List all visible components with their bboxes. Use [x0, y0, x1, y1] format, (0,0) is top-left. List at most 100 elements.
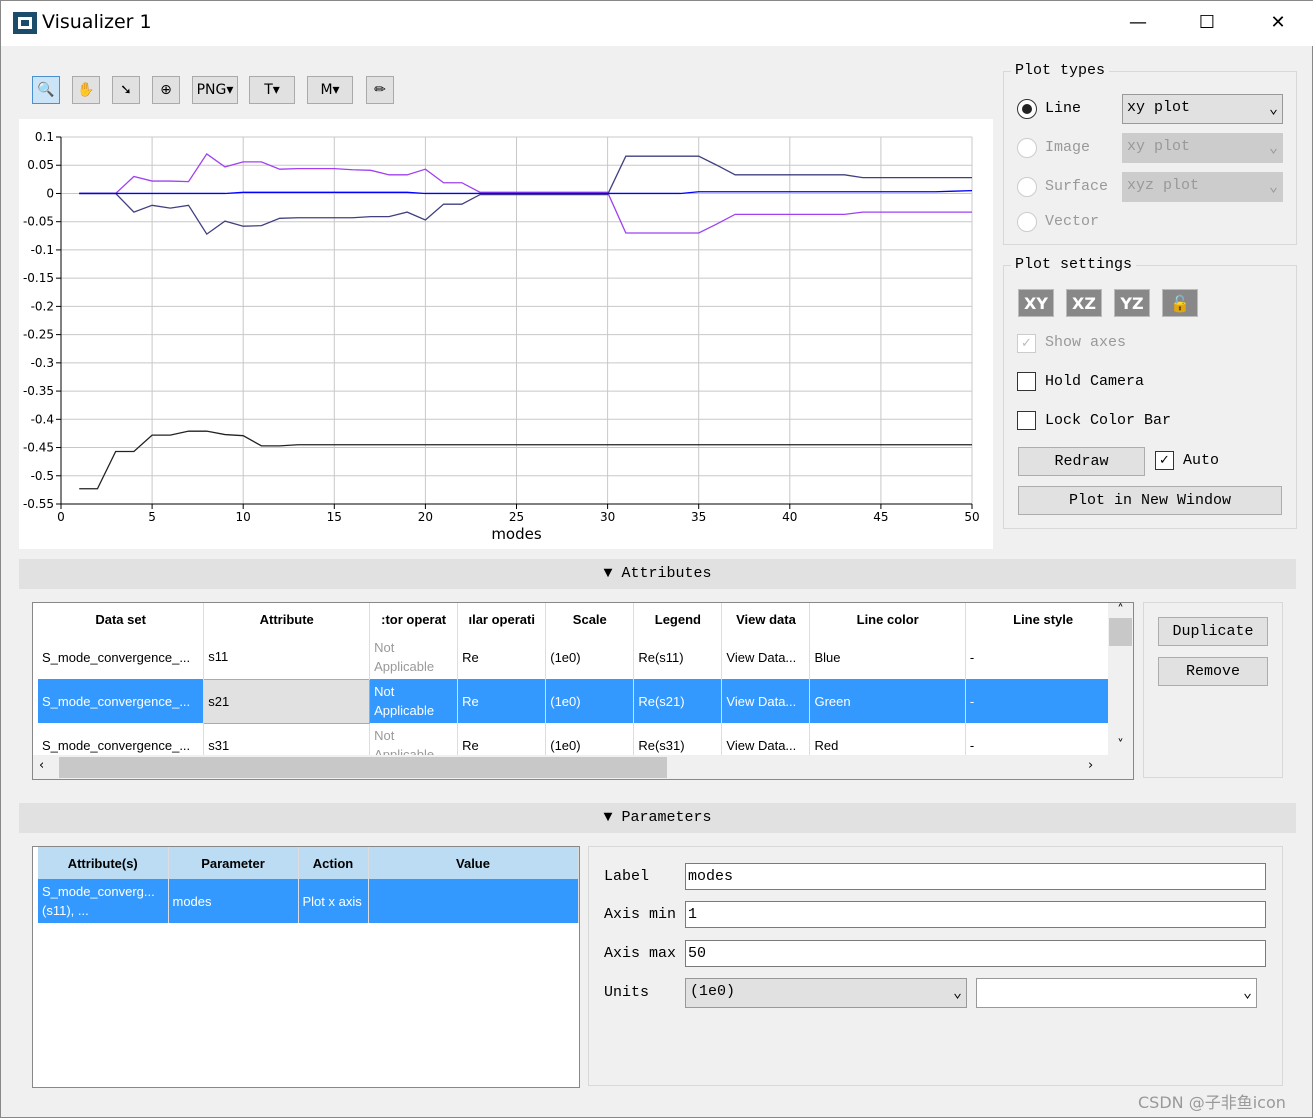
- table-cell[interactable]: s21: [203, 678, 371, 724]
- table-cell[interactable]: modes: [168, 879, 299, 923]
- column-header[interactable]: Data set: [38, 603, 205, 635]
- table-cell[interactable]: (1e0): [545, 635, 635, 679]
- radio-image[interactable]: [1017, 138, 1037, 158]
- column-header[interactable]: :tor operat: [369, 603, 459, 635]
- plot-new-window-button[interactable]: Plot in New Window: [1018, 486, 1282, 515]
- line-plot-combo[interactable]: xy plot ⌄: [1122, 94, 1283, 124]
- radio-line[interactable]: [1017, 99, 1037, 119]
- y-tick-label: -0.1: [31, 243, 54, 257]
- pan-hand-button[interactable]: ✋: [72, 76, 100, 104]
- table-cell[interactable]: View Data...: [721, 679, 811, 723]
- pan-hand-icon: ✋: [77, 82, 95, 98]
- attributes-section-header[interactable]: ▼ Attributes: [19, 559, 1296, 589]
- column-header[interactable]: Line style: [965, 603, 1122, 635]
- table-cell[interactable]: Not Applicable: [369, 679, 459, 723]
- text-button[interactable]: T ▾: [249, 76, 295, 104]
- label-input[interactable]: [685, 863, 1266, 890]
- remove-button[interactable]: Remove: [1158, 657, 1268, 686]
- table-row[interactable]: S_mode_convergence_... s11 Not Applicable R…: [38, 635, 1133, 679]
- attributes-title: Attributes: [621, 565, 712, 582]
- table-cell[interactable]: Re: [457, 635, 547, 679]
- table-cell[interactable]: S_mode_convergence_...: [38, 679, 205, 723]
- header-row: Data set Attribute:tor operat ılar operati…: [38, 603, 1133, 635]
- table-cell[interactable]: s11: [203, 635, 371, 679]
- table-cell[interactable]: View Data...: [721, 635, 811, 679]
- column-header[interactable]: Scale: [545, 603, 635, 635]
- x-tick-label: 0: [57, 510, 65, 524]
- x-tick-label: 25: [509, 510, 524, 524]
- plot-area[interactable]: 0 5 10 15 20 25 30 35 40 45 50 0.1 0.05 0 -0.05 -0.1 -0.…: [19, 119, 993, 549]
- text-icon: T: [264, 82, 273, 98]
- column-header[interactable]: Attribute: [203, 603, 371, 635]
- marker-button[interactable]: M ▾: [307, 76, 353, 104]
- table-cell[interactable]: Blue: [809, 635, 966, 679]
- x-tick-label: 50: [964, 510, 979, 524]
- column-header[interactable]: Legend: [633, 603, 723, 635]
- table-cell[interactable]: Not Applicable: [369, 635, 459, 679]
- table-row[interactable]: S_mode_convergence_... s21 Not Applicable R…: [38, 678, 1133, 724]
- view-yz-button[interactable]: YZ: [1114, 289, 1150, 317]
- select-arrow-icon: ➘: [120, 82, 132, 98]
- table-cell[interactable]: [368, 879, 579, 923]
- png-export-button[interactable]: PNG ▾: [192, 76, 238, 104]
- png-export-icon: PNG: [196, 82, 227, 98]
- table-cell[interactable]: Plot x axis: [298, 879, 369, 923]
- table-row[interactable]: S_mode_converg... (s11), ... modes Plot x …: [38, 879, 579, 923]
- y-tick-label: -0.5: [31, 469, 54, 483]
- combo-value: xy plot: [1127, 138, 1191, 155]
- table-cell[interactable]: Re(s11): [633, 635, 723, 679]
- radio-surface[interactable]: [1017, 177, 1037, 197]
- table-cell[interactable]: S_mode_converg... (s11), ...: [38, 879, 169, 923]
- column-header[interactable]: Value: [368, 847, 579, 879]
- x-tick-label: 10: [236, 510, 251, 524]
- show-axes-label: Show axes: [1045, 334, 1127, 351]
- combo-value: xyz plot: [1127, 177, 1200, 194]
- minimize-button[interactable]: —: [1118, 9, 1158, 37]
- maximize-button[interactable]: ☐: [1187, 9, 1227, 37]
- table-cell[interactable]: S_mode_convergence_...: [38, 635, 205, 679]
- axis-min-label: Axis min: [604, 906, 677, 923]
- dropdown-arrow-icon[interactable]: ▾: [226, 82, 233, 98]
- column-header[interactable]: Line color: [809, 603, 966, 635]
- hold-camera-label: Hold Camera: [1045, 373, 1145, 390]
- zoom-extent-button[interactable]: ⊕: [152, 76, 180, 104]
- image-plot-combo: xy plot ⌄: [1122, 133, 1283, 163]
- column-header[interactable]: Attribute(s): [38, 847, 169, 879]
- lock-color-bar-checkbox[interactable]: [1017, 411, 1036, 430]
- table-cell[interactable]: -: [965, 679, 1122, 723]
- column-header[interactable]: Action: [298, 847, 369, 879]
- hold-camera-checkbox[interactable]: [1017, 372, 1036, 391]
- zoom-button[interactable]: 🔍: [32, 76, 60, 104]
- table-cell[interactable]: -: [965, 635, 1122, 679]
- column-header[interactable]: View data: [721, 603, 811, 635]
- view-xy-button[interactable]: XY: [1018, 289, 1054, 317]
- axis-max-input[interactable]: [685, 940, 1266, 967]
- column-header[interactable]: Parameter: [168, 847, 299, 879]
- axis-max-label: Axis max: [604, 945, 677, 962]
- chevron-down-icon: ⌄: [1268, 179, 1278, 196]
- table-cell[interactable]: Green: [809, 679, 966, 723]
- dropdown-arrow-icon[interactable]: ▾: [333, 82, 340, 98]
- view-xz-button[interactable]: XZ: [1066, 289, 1102, 317]
- column-header[interactable]: ılar operati: [457, 603, 547, 635]
- table-cell[interactable]: Re: [457, 679, 547, 723]
- units-combo[interactable]: (1e0) ⌄: [685, 978, 967, 1008]
- pencil-button[interactable]: ✏: [366, 76, 394, 104]
- axis-min-input[interactable]: [685, 901, 1266, 928]
- radio-surface-label: Surface: [1045, 178, 1109, 195]
- auto-checkbox[interactable]: ✓: [1155, 451, 1174, 470]
- redraw-button[interactable]: Redraw: [1018, 447, 1145, 476]
- close-button[interactable]: ✕: [1258, 9, 1298, 37]
- table-cell[interactable]: Re(s21): [633, 679, 723, 723]
- horizontal-scrollbar[interactable]: ‹ ›: [33, 755, 1133, 779]
- lock-icon[interactable]: 🔓: [1162, 289, 1198, 317]
- duplicate-button[interactable]: Duplicate: [1158, 617, 1268, 646]
- parameters-section-header[interactable]: ▼ Parameters: [19, 803, 1296, 833]
- table-cell[interactable]: (1e0): [545, 679, 635, 723]
- combo-value: (1e0): [690, 983, 736, 1000]
- select-arrow-button[interactable]: ➘: [112, 76, 140, 104]
- vertical-scrollbar[interactable]: ˄ ˅: [1108, 603, 1133, 755]
- dropdown-arrow-icon[interactable]: ▾: [273, 82, 280, 98]
- units-secondary-combo[interactable]: ⌄: [976, 978, 1257, 1008]
- radio-vector[interactable]: [1017, 212, 1037, 232]
